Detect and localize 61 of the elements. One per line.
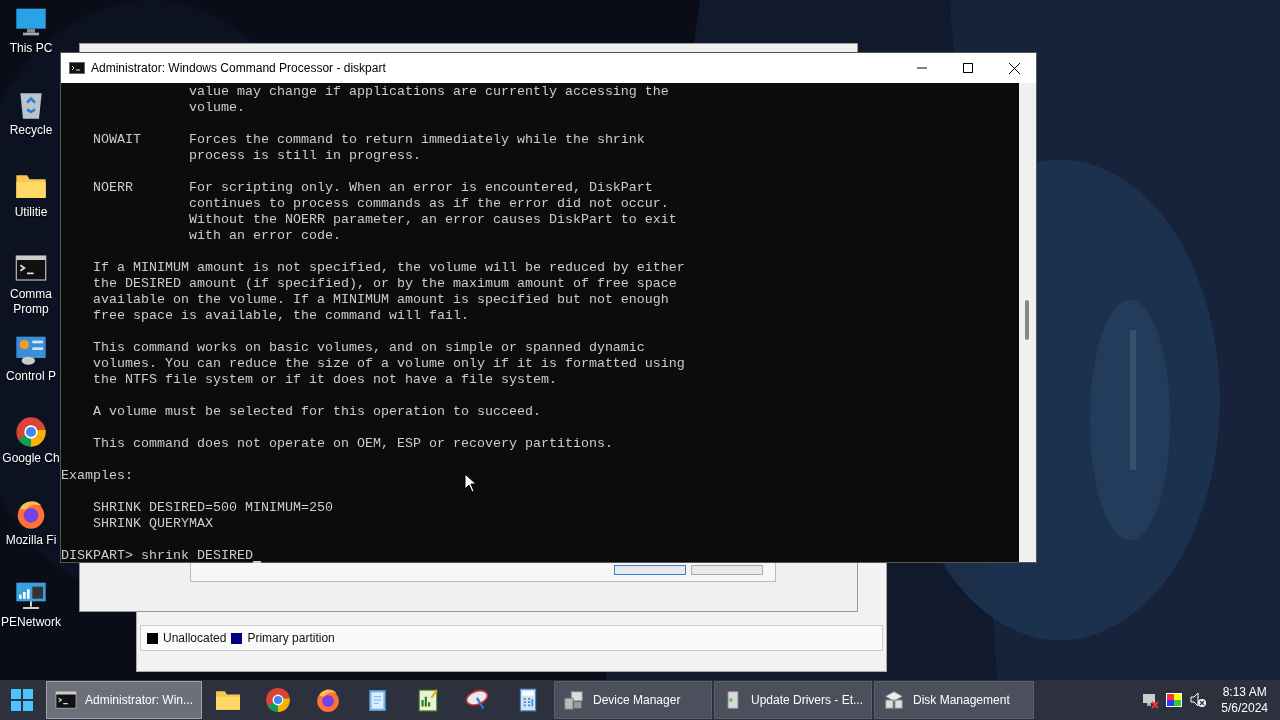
desktop-icon-label[interactable]: Google Ch bbox=[2, 451, 60, 466]
desktop-icon-label[interactable]: Mozilla Fi bbox=[5, 533, 57, 548]
network-icon bbox=[15, 580, 47, 612]
text-cursor-icon bbox=[252, 561, 261, 563]
legend-label: Unallocated bbox=[163, 631, 227, 645]
firefox-icon bbox=[15, 498, 47, 530]
console-line: SHRINK QUERYMAX bbox=[92, 516, 213, 532]
console-line: available on the volume. If a MINIMUM amount is specified but not enough bbox=[92, 292, 669, 308]
chrome-icon bbox=[265, 687, 291, 713]
console-line: free space is available, the command will fail. bbox=[92, 308, 469, 324]
firefox-icon bbox=[315, 687, 341, 713]
console-line: the DESIRED amount (if specified), or by the maximum amount of free space bbox=[92, 276, 677, 292]
console-line: volumes. You can reduce the size of a volume only if it is formatted using bbox=[92, 356, 685, 372]
desktop-icon-label[interactable]: Utilitie bbox=[14, 205, 48, 220]
console-line: the NTFS file system or if it does not have a file system. bbox=[92, 372, 557, 388]
desktop-icon-label[interactable]: This PC bbox=[9, 41, 53, 56]
console-line: This command does not operate on OEM, ESP or recovery partitions. bbox=[92, 436, 613, 452]
desktop-icon-label[interactable]: PENetwork bbox=[1, 615, 61, 630]
desktop-icon-label[interactable]: Control P bbox=[6, 369, 56, 384]
speaker-muted-icon[interactable] bbox=[1189, 691, 1208, 709]
command-prompt[interactable]: DISKPART> shrink DESIRED bbox=[61, 548, 253, 564]
scrollbar[interactable] bbox=[1019, 83, 1036, 562]
desktop-icon-label[interactable]: Recycle bbox=[9, 123, 53, 138]
windows-logo-icon bbox=[11, 689, 33, 711]
console-line: SHRINK DESIRED=500 MINIMUM=250 bbox=[92, 500, 333, 516]
monitor-icon bbox=[15, 6, 47, 38]
clock-date[interactable]: 5/6/2024 bbox=[1221, 700, 1268, 716]
console-line: If a MINIMUM amount is not specified, the volume will be reduced by either bbox=[92, 260, 685, 276]
desktop-icon-label[interactable]: Comma Promp bbox=[10, 287, 52, 317]
window-title: Administrator: Windows Command Processor - diskpart bbox=[91, 61, 387, 75]
clock-time[interactable]: 8:13 AM bbox=[1222, 684, 1267, 700]
chrome-icon bbox=[15, 416, 47, 448]
taskbar-button[interactable]: Device Manager bbox=[554, 681, 712, 719]
color-palette-icon[interactable] bbox=[1165, 691, 1184, 709]
close-icon bbox=[1008, 62, 1020, 74]
console-line: continues to process commands as if the error did not occur. bbox=[187, 196, 669, 212]
taskbar-button[interactable]: Administrator: Win... bbox=[46, 681, 202, 719]
dialog-button[interactable] bbox=[614, 565, 686, 575]
console-line: process is still in progress. bbox=[187, 148, 421, 164]
taskbar-button[interactable]: Disk Management bbox=[874, 681, 1034, 719]
console-line: NOERR For scripting only. When an error is encountered, DiskPart bbox=[92, 180, 653, 196]
console-icon bbox=[69, 62, 85, 74]
maximize-icon bbox=[963, 63, 973, 73]
control-panel-icon bbox=[15, 334, 47, 366]
network-disconnected-icon[interactable] bbox=[1141, 691, 1160, 709]
scrollbar-thumb[interactable] bbox=[1025, 300, 1029, 340]
disks-icon bbox=[883, 689, 905, 711]
console-line: This command works on basic volumes, and on simple or spanned dynamic bbox=[92, 340, 645, 356]
mouse-pointer-icon bbox=[464, 473, 476, 493]
console-icon bbox=[15, 252, 47, 284]
console-line: NOWAIT Forces the command to return immediately while the shrink bbox=[92, 132, 645, 148]
console-line: volume. bbox=[187, 100, 245, 116]
console-line: Without the NOERR parameter, an error causes DiskPart to exit bbox=[187, 212, 677, 228]
console-line: value may change if applications are currently accessing the bbox=[187, 84, 669, 100]
console-line: Examples: bbox=[61, 468, 133, 484]
console-line: A volume must be selected for this operation to succeed. bbox=[92, 404, 541, 420]
console-icon bbox=[55, 689, 77, 711]
legend-label: Primary partition bbox=[247, 631, 335, 645]
devices-icon bbox=[563, 689, 585, 711]
console-line: with an error code. bbox=[187, 228, 341, 244]
taskbar-button[interactable]: Update Drivers - Et... bbox=[714, 681, 872, 719]
